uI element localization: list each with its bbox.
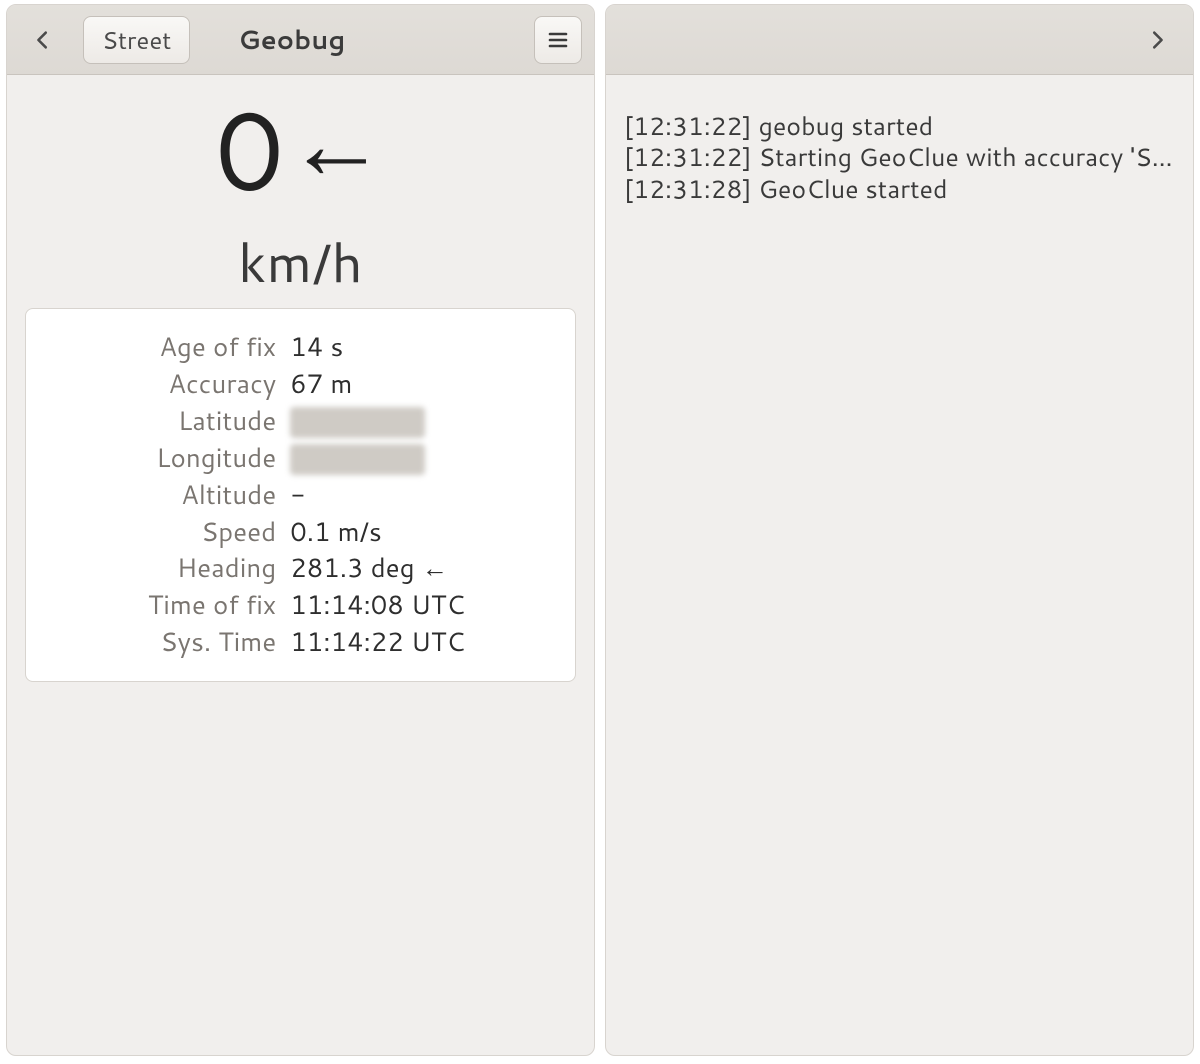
info-label: Speed xyxy=(44,514,290,551)
forward-button[interactable] xyxy=(1133,16,1181,64)
location-info-card: Age of fix14 sAccuracy67 mLatitude60.203… xyxy=(25,308,576,682)
info-row: Accuracy67 m xyxy=(44,366,557,403)
menu-button[interactable] xyxy=(534,16,582,64)
main-content: 0← km/h Age of fix14 sAccuracy67 mLatitu… xyxy=(7,75,594,1055)
info-row: Longitude11.824998 xyxy=(44,440,557,477)
chevron-left-icon xyxy=(32,29,54,51)
accuracy-level-label: Street xyxy=(102,23,171,57)
info-value: 11:14:22 UTC xyxy=(290,624,464,661)
info-value: 0.1 m/s xyxy=(290,514,381,551)
info-row: Latitude60.203013 xyxy=(44,403,557,440)
hamburger-menu-icon xyxy=(546,28,570,52)
info-row: Age of fix14 s xyxy=(44,329,557,366)
chevron-right-icon xyxy=(1146,29,1168,51)
speed-display: 0← km/h xyxy=(17,91,584,300)
log-line: [12:31:22] Starting GeoClue with accurac… xyxy=(624,142,1181,173)
info-value: 60.203013 xyxy=(290,407,425,438)
info-value: 14 s xyxy=(290,329,343,366)
info-value: 67 m xyxy=(290,366,352,403)
app-title: Geobug xyxy=(238,22,345,58)
info-value: - xyxy=(290,477,305,514)
info-label: Age of fix xyxy=(44,329,290,366)
info-row: Speed0.1 m/s xyxy=(44,514,557,551)
info-label: Altitude xyxy=(44,477,290,514)
info-row: Heading281.3 deg ← xyxy=(44,550,557,587)
accuracy-level-button[interactable]: Street xyxy=(83,16,190,64)
back-button[interactable] xyxy=(19,16,67,64)
info-label: Latitude xyxy=(44,403,290,440)
info-label: Time of fix xyxy=(44,587,290,624)
heading-arrow-icon: ← xyxy=(286,75,386,211)
info-label: Sys. Time xyxy=(44,624,290,661)
log-output: [12:31:22] geobug started[12:31:22] Star… xyxy=(606,75,1193,217)
speed-unit: km/h xyxy=(17,224,584,300)
log-pane: [12:31:22] geobug started[12:31:22] Star… xyxy=(605,4,1194,1056)
headerbar-left: Street Geobug xyxy=(7,5,594,75)
info-label: Heading xyxy=(44,550,290,587)
main-pane: Street Geobug 0← km/h Age of fix14 sAccu… xyxy=(6,4,595,1056)
info-row: Sys. Time11:14:22 UTC xyxy=(44,624,557,661)
info-value: 11.824998 xyxy=(290,444,425,475)
info-label: Longitude xyxy=(44,440,290,477)
info-value: 11:14:08 UTC xyxy=(290,587,464,624)
info-row: Time of fix11:14:08 UTC xyxy=(44,587,557,624)
info-label: Accuracy xyxy=(44,366,290,403)
info-row: Altitude- xyxy=(44,477,557,514)
info-value: 281.3 deg ← xyxy=(290,550,447,587)
headerbar-right xyxy=(606,5,1193,75)
log-line: [12:31:28] GeoClue started xyxy=(624,174,1181,205)
speed-value: 0 xyxy=(215,75,281,226)
log-line: [12:31:22] geobug started xyxy=(624,111,1181,142)
